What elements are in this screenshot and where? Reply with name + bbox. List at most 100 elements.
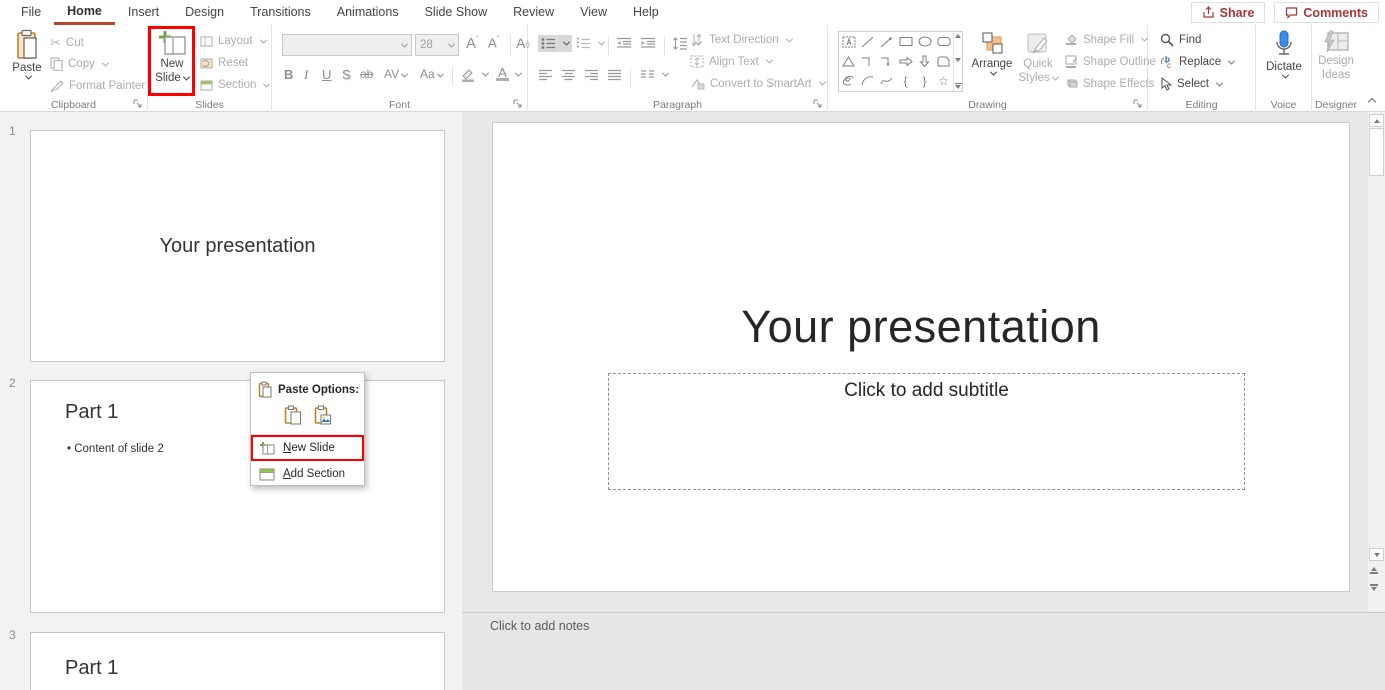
slide-title-text[interactable]: Your presentation [493,301,1349,353]
group-slides: New Slide Layout Reset Section Slides [148,25,272,112]
previous-slide-button[interactable] [1370,567,1378,574]
decrease-indent-button[interactable] [616,37,632,49]
columns-chevron-icon [662,70,669,77]
subtitle-placeholder[interactable]: Click to add subtitle [608,373,1245,490]
layout-button[interactable]: Layout [200,35,266,47]
slide-canvas: Your presentation Click to add subtitle [462,112,1368,612]
shrink-font-button[interactable]: Aˇ [488,35,499,50]
context-add-section-item[interactable]: Add Section [254,462,361,486]
group-font: 28 Aˆ Aˇ A◊ B I U S ab AV Aa A Font [272,25,528,112]
tab-home[interactable]: Home [54,0,115,25]
paste-button[interactable]: Paste [8,29,46,101]
align-center-button[interactable] [561,69,576,81]
main-scrollbar-thumb[interactable] [1369,128,1384,176]
tab-transitions[interactable]: Transitions [237,0,324,25]
justify-button[interactable] [607,69,622,81]
paste-picture-button[interactable] [314,405,332,425]
text-direction-button[interactable]: Text Direction [690,33,792,47]
tab-animations[interactable]: Animations [324,0,412,25]
format-painter-button[interactable]: Format Painter [50,79,145,92]
shapes-gallery[interactable]: { } ☆ [838,31,963,92]
align-right-button[interactable] [584,69,599,81]
highlight-color-button[interactable] [460,65,488,82]
context-new-slide-item[interactable]: New Slide [254,436,361,460]
select-button[interactable]: Select [1160,77,1222,91]
columns-button[interactable] [640,69,668,80]
bold-button[interactable]: B [284,67,293,82]
text-direction-icon [690,33,704,47]
slide-2-bullet: • Content of slide 2 [67,443,164,455]
align-text-button[interactable]: Align Text [690,55,772,68]
italic-button[interactable]: I [304,67,308,83]
increase-indent-button[interactable] [640,37,656,49]
strikethrough-button[interactable]: ab [360,67,373,81]
main-scroll-down-button[interactable] [1369,548,1384,561]
highlight-chevron-icon [482,70,489,77]
cut-button[interactable]: ✂ Cut [50,35,84,51]
underline-button[interactable]: U [322,67,331,82]
paste-options-clipboard-icon [258,381,272,398]
font-size-combobox[interactable]: 28 [415,34,459,56]
find-button[interactable]: Find [1160,33,1201,47]
collapse-ribbon-icon[interactable] [1368,98,1376,106]
comments-button[interactable]: Comments [1274,2,1379,23]
new-slide-icon [157,29,187,57]
tab-slide-show[interactable]: Slide Show [412,0,501,25]
grow-font-button[interactable]: Aˆ [466,35,479,52]
slide-1-title: Your presentation [159,235,315,258]
context-add-section-label: Add Section [283,468,345,480]
section-button[interactable]: Section [200,79,269,91]
group-voice: Dictate Voice [1256,25,1312,112]
change-case-button[interactable]: Aa [420,67,443,81]
tab-design[interactable]: Design [172,0,237,25]
character-spacing-button[interactable]: AV [384,67,407,81]
tab-file[interactable]: File [8,0,54,25]
arrange-button[interactable]: Arrange [969,31,1015,101]
shape-textbox-icon [842,36,856,48]
design-ideas-button[interactable]: Design Ideas [1314,30,1358,100]
content-area: 1 Your presentation 2 Part 1 • Content o… [0,112,1385,690]
reset-button[interactable]: Reset [200,57,248,69]
convert-smartart-button[interactable]: Convert to SmartArt [690,77,825,90]
shapes-scroll-down-icon[interactable] [955,58,961,62]
font-dialog-launcher-icon[interactable] [513,99,523,109]
bullets-button[interactable] [538,35,572,52]
font-name-combobox[interactable] [282,34,412,56]
copy-button[interactable]: Copy [50,57,108,71]
main-slide[interactable]: Your presentation Click to add subtitle [492,122,1350,592]
tab-view[interactable]: View [567,0,620,25]
numbering-button[interactable] [576,37,604,50]
tab-insert[interactable]: Insert [115,0,172,25]
shape-fill-button[interactable]: Shape Fill [1064,33,1147,46]
shapes-scroll-up-icon[interactable] [955,34,961,38]
slide-1-thumbnail[interactable]: Your presentation [30,130,445,362]
dictate-button[interactable]: Dictate [1264,30,1304,100]
font-color-button[interactable]: A [496,65,521,81]
align-left-button[interactable] [538,69,553,81]
paragraph-dialog-launcher-icon[interactable] [813,99,823,109]
design-ideas-icon [1322,30,1350,54]
paste-options-label: Paste Options: [278,384,359,396]
replace-chevron-icon [1228,57,1235,64]
replace-button[interactable]: bc Replace [1160,55,1234,69]
group-paragraph: Text Direction Align Text Convert to Sma… [528,25,828,112]
shapes-more-icon[interactable] [955,83,962,90]
slide-2-thumbnail[interactable]: Part 1 • Content of slide 2 [30,380,445,613]
text-shadow-button[interactable]: S [342,67,351,82]
tab-review[interactable]: Review [500,0,567,25]
drawing-dialog-launcher-icon[interactable] [1133,99,1143,109]
share-button[interactable]: Share [1191,2,1266,23]
clipboard-dialog-launcher-icon[interactable] [133,99,143,109]
paste-destination-theme-button[interactable] [284,405,302,425]
slide-3-thumbnail[interactable]: Part 1 [30,632,445,690]
context-menu: Paste Options: New Slide Add Section [250,372,365,486]
context-add-section-icon [259,468,275,481]
main-scrollbar[interactable] [1368,112,1385,690]
tab-help[interactable]: Help [620,0,672,25]
next-slide-button[interactable] [1370,584,1378,591]
quick-styles-button[interactable]: Quick Styles [1017,31,1059,101]
main-scroll-up-button[interactable] [1369,114,1384,127]
new-slide-button[interactable]: New Slide [152,29,192,97]
notes-pane[interactable]: Click to add notes [462,612,1385,690]
voice-group-label: Voice [1256,99,1311,111]
